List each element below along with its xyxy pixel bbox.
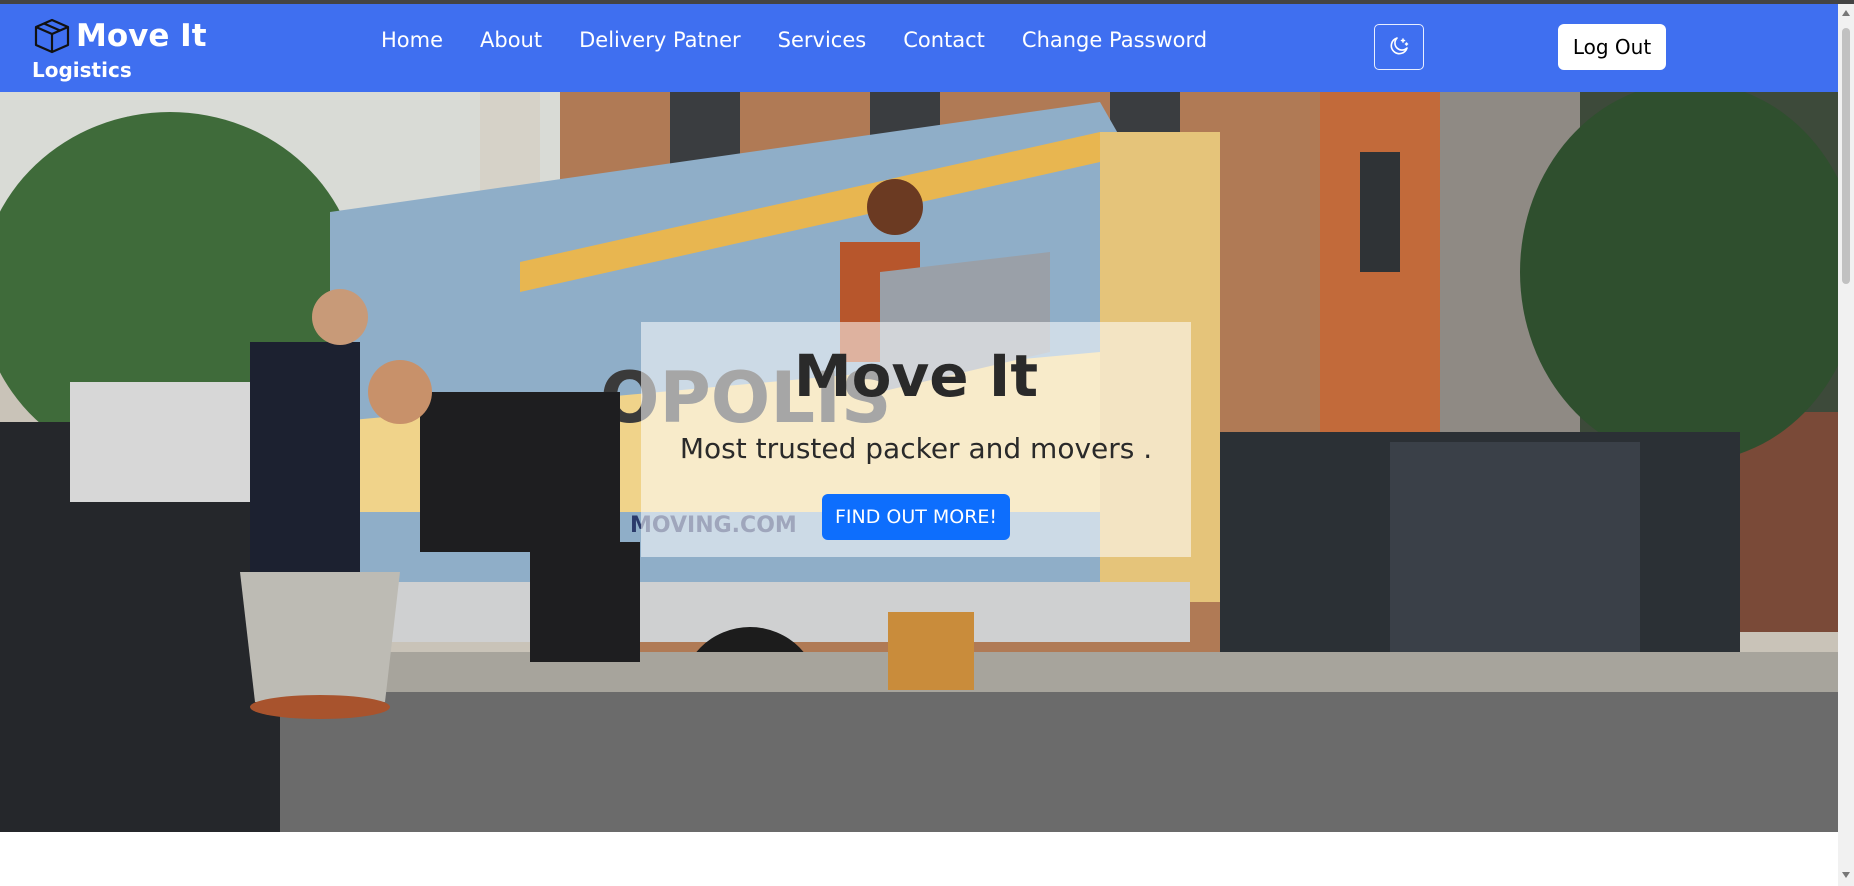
brand-title: Move It: [76, 18, 207, 54]
brand-subtitle: Logistics: [32, 58, 132, 82]
nav-home[interactable]: Home: [381, 25, 443, 55]
nav-about[interactable]: About: [480, 25, 542, 55]
hero-section: OPOLIS MOVING.COM Move It Most trus: [0, 92, 1838, 832]
box-icon: [32, 16, 72, 56]
brand[interactable]: Move It Logistics: [32, 16, 207, 82]
navbar: Move It Logistics Home About Delivery Pa…: [0, 4, 1838, 92]
page-scrollbar[interactable]: [1838, 4, 1854, 886]
logout-button[interactable]: Log Out: [1558, 24, 1666, 70]
hero-subtitle: Most trusted packer and movers .: [679, 432, 1153, 465]
nav-links: Home About Delivery Patner Services Cont…: [381, 25, 1244, 55]
nav-change-password[interactable]: Change Password: [1022, 25, 1207, 55]
hero-title: Move It: [793, 342, 1039, 410]
nav-delivery-partner[interactable]: Delivery Patner: [579, 25, 741, 55]
nav-contact[interactable]: Contact: [903, 25, 985, 55]
theme-toggle-button[interactable]: [1374, 24, 1424, 70]
find-out-more-button[interactable]: FIND OUT MORE!: [822, 494, 1010, 540]
moon-icon: [1388, 35, 1410, 60]
scroll-thumb[interactable]: [1842, 28, 1850, 284]
nav-services[interactable]: Services: [778, 25, 867, 55]
scroll-down-icon[interactable]: [1842, 872, 1850, 878]
scroll-up-icon[interactable]: [1842, 10, 1850, 16]
